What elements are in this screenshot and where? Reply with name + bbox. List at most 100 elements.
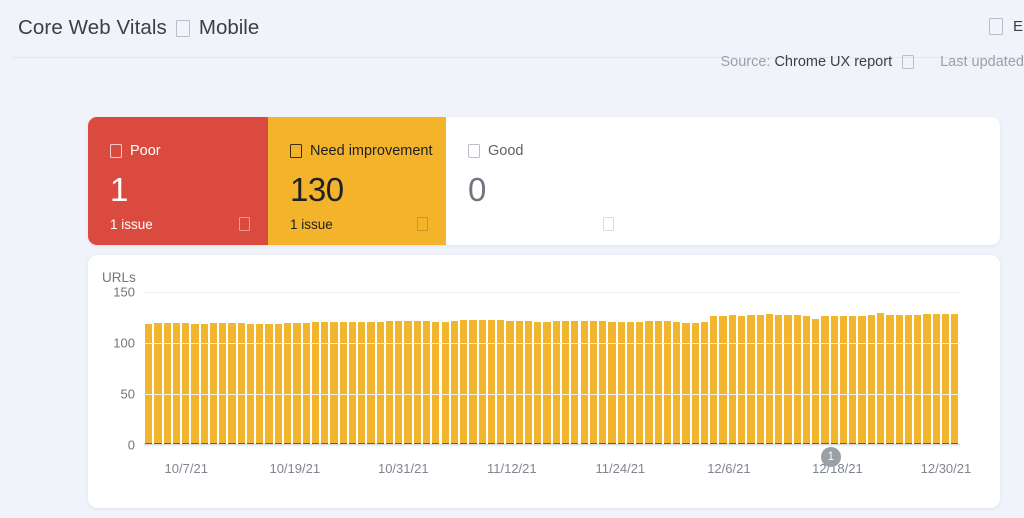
chart-bar[interactable] <box>756 292 765 445</box>
chart-bar[interactable] <box>746 292 755 445</box>
chart-bar[interactable] <box>385 292 394 445</box>
chart-bar-need-improvement <box>506 321 513 445</box>
chart-bar[interactable] <box>950 292 959 445</box>
source-name[interactable]: Chrome UX report <box>774 54 892 70</box>
chart-bar[interactable] <box>617 292 626 445</box>
status-card-need-improvement[interactable]: Need improvement 130 1 issue <box>268 117 446 245</box>
chart-bar[interactable] <box>283 292 292 445</box>
export-button[interactable]: E <box>989 18 1024 35</box>
chart-bar[interactable] <box>913 292 922 445</box>
chart-bar[interactable] <box>274 292 283 445</box>
chart-bar-need-improvement <box>645 321 652 445</box>
chart-bar[interactable] <box>876 292 885 445</box>
chart-bar[interactable] <box>153 292 162 445</box>
chart-bar[interactable] <box>941 292 950 445</box>
chart-bar-need-improvement <box>534 322 541 445</box>
chart-bar[interactable] <box>552 292 561 445</box>
chart-bar[interactable] <box>867 292 876 445</box>
chart-bar-need-improvement <box>293 323 300 445</box>
chart-bar[interactable] <box>524 292 533 445</box>
chart-bar[interactable] <box>441 292 450 445</box>
chart-bar[interactable] <box>598 292 607 445</box>
chart-bar[interactable] <box>264 292 273 445</box>
chart-bar[interactable] <box>811 292 820 445</box>
chart-bar[interactable] <box>376 292 385 445</box>
chart-bar[interactable] <box>413 292 422 445</box>
chart-bar[interactable] <box>663 292 672 445</box>
chart-bar[interactable] <box>403 292 412 445</box>
chart-bar[interactable] <box>311 292 320 445</box>
chart-bar[interactable] <box>718 292 727 445</box>
chart-bar[interactable] <box>181 292 190 445</box>
chart-bar[interactable] <box>366 292 375 445</box>
chart-bar[interactable] <box>765 292 774 445</box>
chart-bar[interactable] <box>357 292 366 445</box>
chart-bar[interactable] <box>320 292 329 445</box>
chart-bar[interactable] <box>802 292 811 445</box>
chart-bar[interactable] <box>904 292 913 445</box>
chart-bar[interactable] <box>922 292 931 445</box>
chart-bar[interactable] <box>857 292 866 445</box>
chart-bar[interactable] <box>190 292 199 445</box>
chart-bar[interactable] <box>339 292 348 445</box>
chart-bar[interactable] <box>885 292 894 445</box>
chart-bar[interactable] <box>932 292 941 445</box>
chart-bar[interactable] <box>691 292 700 445</box>
chart-bar[interactable] <box>570 292 579 445</box>
chart-bar[interactable] <box>505 292 514 445</box>
chart-bar[interactable] <box>737 292 746 445</box>
chart-bar[interactable] <box>774 292 783 445</box>
chart-bar[interactable] <box>237 292 246 445</box>
chart-bar[interactable] <box>255 292 264 445</box>
chart-bar[interactable] <box>394 292 403 445</box>
status-card-poor[interactable]: Poor 1 1 issue <box>88 117 268 245</box>
chart-bar[interactable] <box>607 292 616 445</box>
chart-bar[interactable] <box>218 292 227 445</box>
chart-bar[interactable] <box>478 292 487 445</box>
chart-bar[interactable] <box>644 292 653 445</box>
chart-bar-need-improvement <box>886 315 893 445</box>
chart-bar[interactable] <box>635 292 644 445</box>
chart-bar[interactable] <box>431 292 440 445</box>
chart-bar[interactable] <box>292 292 301 445</box>
chart-bar[interactable] <box>579 292 588 445</box>
chart-bar[interactable] <box>144 292 153 445</box>
chart-bar[interactable] <box>895 292 904 445</box>
chart-bar[interactable] <box>209 292 218 445</box>
status-card-good[interactable]: Good 0 <box>446 117 632 245</box>
chart-bar[interactable] <box>163 292 172 445</box>
chart-bar[interactable] <box>302 292 311 445</box>
chart-bar[interactable] <box>681 292 690 445</box>
chart-bar[interactable] <box>561 292 570 445</box>
chart-bar[interactable] <box>709 292 718 445</box>
chart-bar[interactable] <box>793 292 802 445</box>
chart-bar[interactable] <box>459 292 468 445</box>
chart-bar[interactable] <box>468 292 477 445</box>
chart-bar[interactable] <box>487 292 496 445</box>
chart-bar[interactable] <box>848 292 857 445</box>
chart-bar[interactable] <box>227 292 236 445</box>
chart-bar[interactable] <box>329 292 338 445</box>
chart-bar[interactable] <box>700 292 709 445</box>
chart-bar[interactable] <box>820 292 829 445</box>
chart-annotation-marker[interactable]: 1 <box>821 447 841 467</box>
chart-bar[interactable] <box>839 292 848 445</box>
chart-bar[interactable] <box>672 292 681 445</box>
chart-bar[interactable] <box>246 292 255 445</box>
chart-bar[interactable] <box>172 292 181 445</box>
chart-bar[interactable] <box>783 292 792 445</box>
chart-bar[interactable] <box>589 292 598 445</box>
chart-bar[interactable] <box>422 292 431 445</box>
chart-bar[interactable] <box>450 292 459 445</box>
chart-bar[interactable] <box>533 292 542 445</box>
chart-bar[interactable] <box>515 292 524 445</box>
chart-bar[interactable] <box>626 292 635 445</box>
chart-bar[interactable] <box>728 292 737 445</box>
chart-bar[interactable] <box>496 292 505 445</box>
chart-bar[interactable] <box>348 292 357 445</box>
chart-bar[interactable] <box>542 292 551 445</box>
chart-bar-need-improvement <box>682 323 689 445</box>
chart-bar[interactable] <box>830 292 839 445</box>
chart-bar[interactable] <box>200 292 209 445</box>
chart-bar[interactable] <box>654 292 663 445</box>
